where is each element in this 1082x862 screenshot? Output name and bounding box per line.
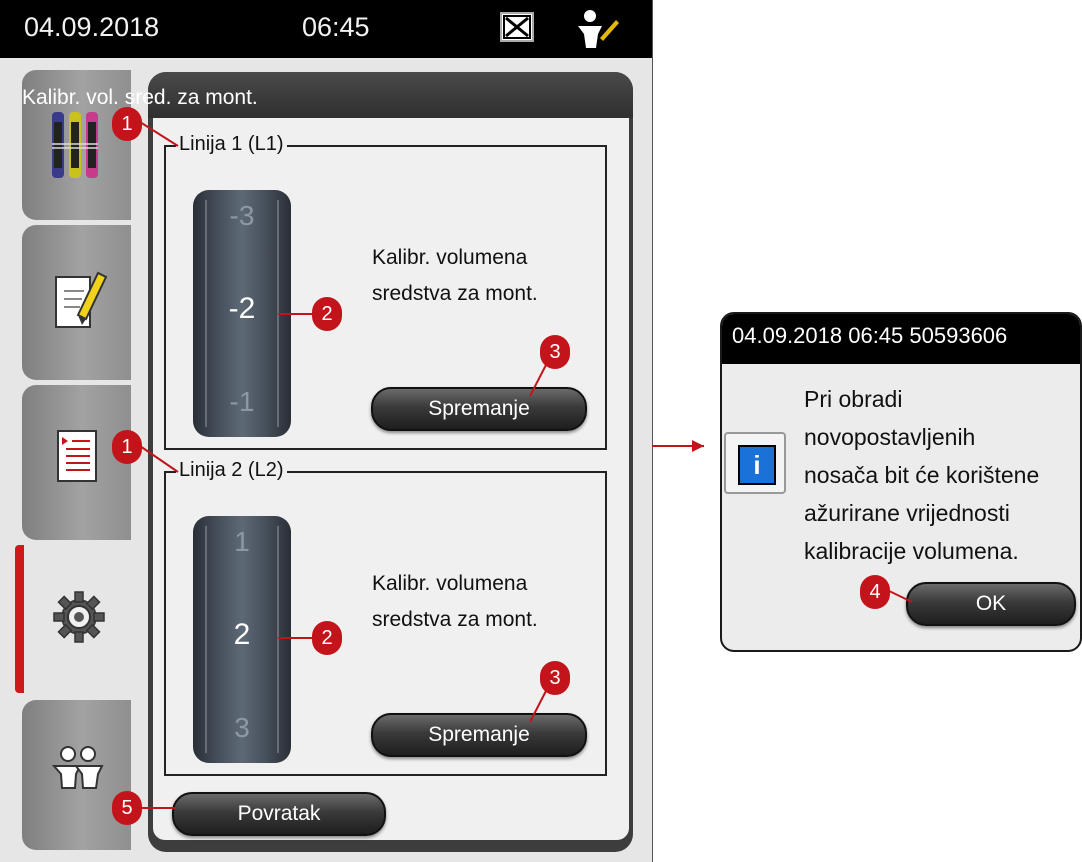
- annotation-lines: [138, 121, 913, 809]
- callout-marker: 3: [540, 661, 570, 695]
- callout-marker: 2: [312, 621, 342, 655]
- callout-marker: 3: [540, 335, 570, 369]
- callout-marker: 4: [860, 575, 890, 609]
- callout-marker: 5: [112, 791, 142, 825]
- callout-marker: 2: [312, 297, 342, 331]
- callout-marker: 1: [112, 430, 142, 464]
- callout-marker: 1: [112, 107, 142, 141]
